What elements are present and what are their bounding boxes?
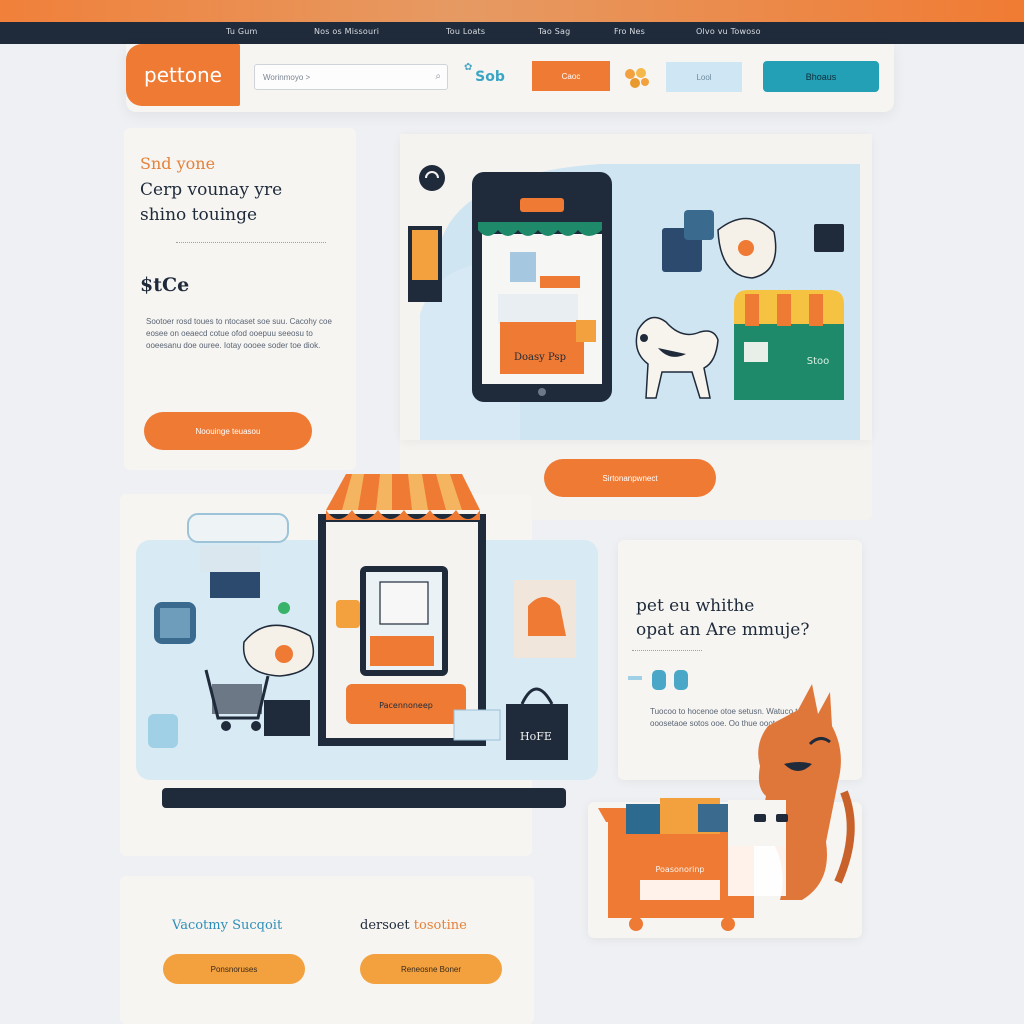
hero-body-text: Sootoer rosd toues to ntocaset soe suu. … [146,317,332,350]
nav-link[interactable]: Fro Nes [614,27,645,36]
leaf-icon: ✿ [464,62,473,73]
search-input[interactable]: Worinmoyo > ⌕ [254,64,448,90]
basket-label: Poasonorinp [655,865,704,874]
divider [632,650,702,651]
info-title-line: pet eu whithe [636,596,755,616]
bottom-heading-2b: tosotine [413,918,467,933]
nav-link[interactable]: Tou Loats [446,27,485,36]
hero-illustration-card: Doasy Psp Stoo [400,134,872,440]
hero-price: $tCe [140,274,190,296]
nav-link[interactable]: Tu Gum [226,27,258,36]
hero-subtitle: Snd yone [140,154,216,173]
header-teal-button[interactable]: Bhoaus [763,61,879,92]
header-light-button[interactable]: Lool [666,62,742,92]
search-placeholder: Worinmoyo > [263,72,311,82]
header-orange-button[interactable]: Caoc [532,61,610,91]
nav-link[interactable]: Nos os Missouri [314,27,379,36]
shop-phone-illustration: Doasy Psp Stoo [400,134,872,440]
laptop-screen-text: Pacennoneep [379,701,433,710]
hero-title-line: shino touinge [140,205,258,225]
dog-basket-illustration: Poasonorinp [598,684,855,931]
shop-badge[interactable]: ✿ Sob [462,62,518,92]
bottom-heading-2a: dersoet [360,918,410,933]
bottom-heading-1: Vacotmy Sucqoit [172,918,283,933]
store-sign: Stoo [807,356,830,367]
hero-title: Cerp vounay yre shino touinge [140,178,340,228]
bottom-button-1[interactable]: Ponsnoruses [163,954,305,984]
search-icon: ⌕ [435,71,441,82]
phone-screen-text: Doasy Psp [514,352,566,363]
bottom-button-2[interactable]: Reneosne Boner [360,954,502,984]
laptop-base [162,788,566,808]
top-navbar: Tu Gum Nos os Missouri Tou Loats Tao Sag… [0,22,1024,44]
top-accent-bar [0,0,1024,22]
info-title: pet eu whithe opat an Are mmuje? [636,594,836,642]
hero-title-line: Cerp vounay yre [140,180,283,200]
info-title-line: opat an Are mmuje? [636,620,810,640]
hero-cta-button[interactable]: Noouinge teuasou [144,412,312,450]
bottom-heading-2: dersoet tosotine [360,918,467,933]
laptop-shop-illustration: Pacennoneep HoFE [148,474,576,760]
nav-link[interactable]: Olvo vu Towoso [696,27,761,36]
logo[interactable]: pettone [126,44,240,106]
nav-link[interactable]: Tao Sag [538,27,570,36]
bottom-cta-card [120,876,534,1024]
bag-label: HoFE [520,730,552,743]
paw-icon[interactable] [622,66,650,90]
shop-badge-label: Sob [475,69,505,85]
divider [176,242,326,243]
